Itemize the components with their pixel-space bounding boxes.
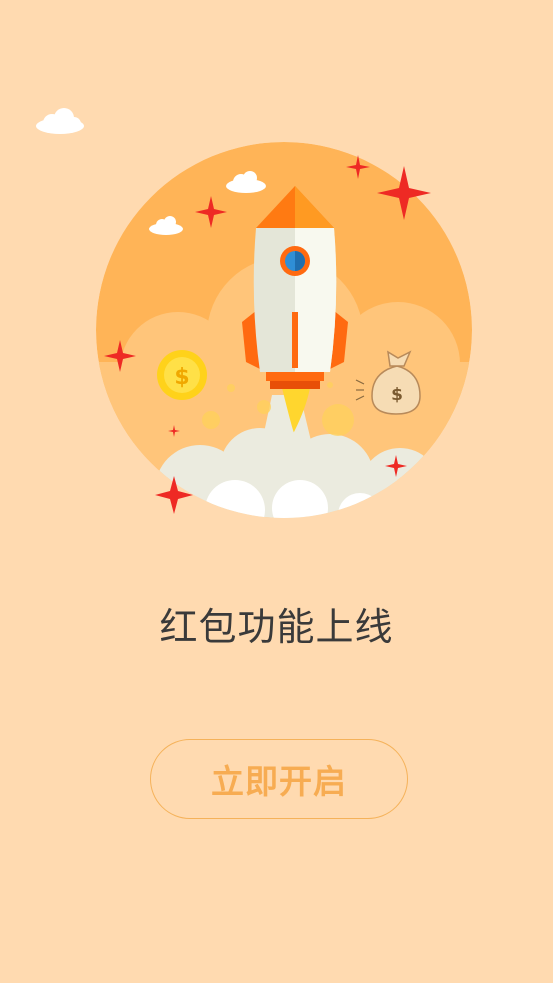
svg-text:$: $ <box>174 365 189 390</box>
coin-icon: $ <box>157 350 207 400</box>
rocket-illustration: $ $ <box>36 108 472 518</box>
headline: 红包功能上线 <box>159 605 394 649</box>
cloud-icon <box>36 108 84 134</box>
open-now-button[interactable]: 立即开启 <box>150 739 408 819</box>
svg-text:$: $ <box>391 385 403 405</box>
